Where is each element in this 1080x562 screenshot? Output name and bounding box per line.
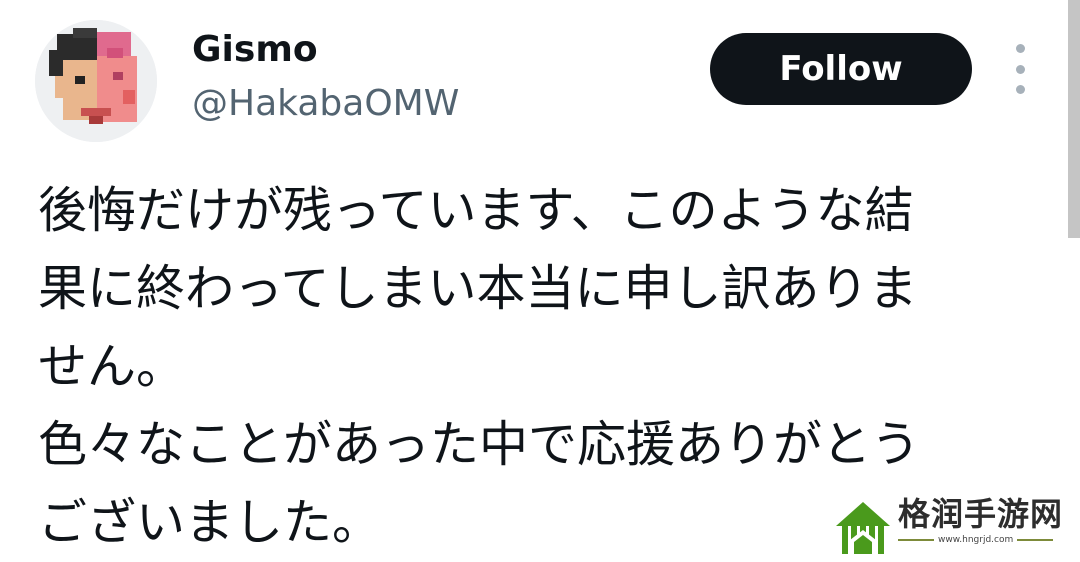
green-house-logo-icon: [836, 502, 890, 554]
follow-button[interactable]: Follow: [710, 33, 972, 105]
author-handle[interactable]: @HakabaOMW: [192, 80, 459, 128]
watermark-url: www.hngrjd.com: [938, 535, 1014, 545]
watermark-rule-left: [898, 539, 934, 541]
more-vertical-icon: [1015, 44, 1025, 53]
watermark-title: 格润手游网: [898, 495, 1064, 533]
avatar[interactable]: [35, 20, 157, 142]
site-watermark: 格润手游网 www.hngrjd.com: [832, 496, 1080, 559]
watermark-rule-right: [1017, 539, 1054, 541]
tweet-text-line: 色々なことがあった中で応援ありがとう: [38, 416, 921, 473]
scrollbar-thumb[interactable]: [1068, 0, 1080, 238]
author-display-name[interactable]: Gismo: [192, 26, 318, 74]
pixel-art-avatar-icon: [35, 20, 157, 142]
tweet-text-line: せん。: [38, 338, 186, 395]
tweet-text-line: 果に終わってしまい本当に申し訳ありま: [38, 260, 918, 317]
more-vertical-icon-dot-3: [1015, 85, 1025, 94]
more-options-button[interactable]: [1008, 44, 1032, 94]
more-vertical-icon-dot-2: [1015, 64, 1025, 74]
tweet-text-line: 後悔だけが残っています、このような結: [38, 182, 914, 239]
